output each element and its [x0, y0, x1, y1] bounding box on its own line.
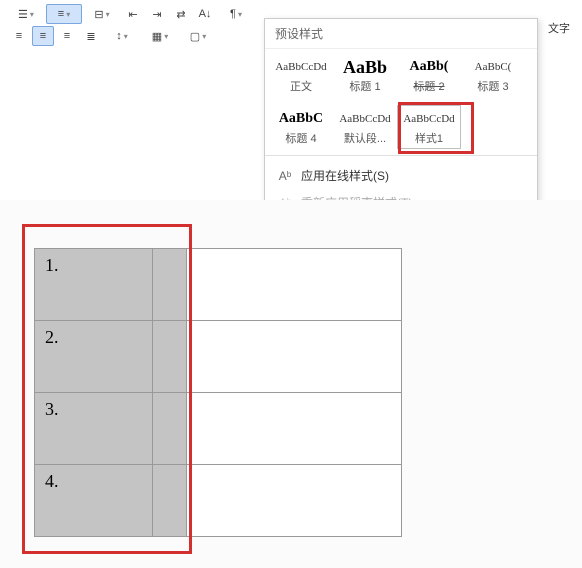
border-icon: ▢: [190, 30, 200, 43]
indent-dec-icon: ⇤: [128, 8, 137, 21]
style-preview: AaBbCcDd: [403, 108, 454, 130]
style-name: 标题 3: [477, 78, 508, 94]
sort-button[interactable]: A↓: [194, 4, 216, 24]
table-cell[interactable]: [187, 465, 402, 537]
styles-header: 预设样式: [265, 19, 537, 49]
table-cell[interactable]: [153, 249, 187, 321]
style-name: 样式1: [415, 130, 443, 146]
style-preview: AaBbC: [279, 108, 323, 130]
table-row[interactable]: [187, 249, 402, 321]
table-row[interactable]: [187, 321, 402, 393]
align-right-button[interactable]: ≡: [56, 26, 78, 46]
shading-button[interactable]: ▦▾: [142, 26, 178, 46]
style-item-heading3[interactable]: AaBbC( 标题 3: [461, 53, 525, 97]
style-preview: AaBbCcDd: [275, 56, 326, 78]
table-row[interactable]: [187, 393, 402, 465]
list-multilevel-button[interactable]: ⊟▾: [84, 4, 120, 24]
style-preview: AaBbCcDd: [339, 108, 390, 130]
style-item-default[interactable]: AaBbCcDd 默认段...: [333, 105, 397, 149]
table-row[interactable]: 1.: [35, 249, 187, 321]
align-justify-button[interactable]: ≣: [80, 26, 102, 46]
table-cell[interactable]: [153, 465, 187, 537]
shading-icon: ▦: [152, 30, 162, 43]
indent-inc-icon: ⇥: [152, 8, 161, 21]
indent-decrease-button[interactable]: ⇤: [122, 4, 144, 24]
toolbar-row: ☰▾ ≡▾ ⊟▾ ⇤ ⇥ ⇄ A↓ ¶▾ ≡ ≡ ≡ ≣ ↕▾ ▦▾ ▢▾: [8, 4, 268, 46]
document-table-selected[interactable]: 1. 2. 3. 4.: [34, 248, 187, 537]
table-cell[interactable]: [187, 321, 402, 393]
table-cell[interactable]: [187, 249, 402, 321]
para-icon: ¶: [230, 8, 236, 20]
line-spacing-icon: ↕: [116, 30, 122, 42]
line-spacing-button[interactable]: ↕▾: [104, 26, 140, 46]
table-cell[interactable]: 3.: [35, 393, 153, 465]
table-cell[interactable]: [153, 321, 187, 393]
list-bullet-icon: ☰: [18, 8, 28, 21]
list-number-button[interactable]: ≡▾: [46, 4, 82, 24]
list-number-icon: ≡: [58, 8, 64, 20]
menu-label: 应用在线样式(S): [301, 167, 389, 184]
list-multi-icon: ⊟: [94, 8, 103, 21]
style-preview: AaBb(: [410, 56, 449, 78]
style-item-heading4[interactable]: AaBbC 标题 4: [269, 105, 333, 149]
align-left-icon: ≡: [16, 30, 22, 42]
separator: [265, 155, 537, 156]
table-cell[interactable]: 1.: [35, 249, 153, 321]
style-item-body[interactable]: AaBbCcDd 正文: [269, 53, 333, 97]
sort-icon: A↓: [199, 8, 212, 20]
document-table-rest[interactable]: [186, 248, 402, 537]
table-row[interactable]: [187, 465, 402, 537]
style-item-heading2[interactable]: AaBb( 标题 2: [397, 53, 461, 97]
align-justify-icon: ≣: [86, 30, 95, 43]
style-name: 标题 1: [349, 78, 380, 94]
table-row[interactable]: 3.: [35, 393, 187, 465]
align-left-button[interactable]: ≡: [8, 26, 30, 46]
indent-increase-button[interactable]: ⇥: [146, 4, 168, 24]
style-name: 标题 2: [413, 78, 444, 94]
style-name: 正文: [290, 78, 312, 94]
style-preview: AaBbC(: [475, 56, 512, 78]
tabs-icon: ⇄: [176, 8, 185, 21]
table-row[interactable]: 2.: [35, 321, 187, 393]
styles-grid-row1: AaBbCcDd 正文 AaBb 标题 1 AaBb( 标题 2 AaBbC( …: [265, 49, 537, 101]
style-name: 默认段...: [344, 130, 386, 146]
table-row[interactable]: 4.: [35, 465, 187, 537]
table-cell[interactable]: 2.: [35, 321, 153, 393]
right-panel-label: 文字: [548, 20, 570, 36]
document-canvas: 1. 2. 3. 4.: [0, 200, 582, 568]
style-preview: AaBb: [343, 56, 387, 78]
paragraph-mark-button[interactable]: ¶▾: [218, 4, 254, 24]
table-cell[interactable]: 4.: [35, 465, 153, 537]
align-right-icon: ≡: [64, 30, 70, 42]
table-cell[interactable]: [187, 393, 402, 465]
table-cell[interactable]: [153, 393, 187, 465]
style-item-style1[interactable]: AaBbCcDd 样式1: [397, 105, 461, 149]
align-center-icon: ≡: [40, 30, 46, 42]
style-item-heading1[interactable]: AaBb 标题 1: [333, 53, 397, 97]
border-button[interactable]: ▢▾: [180, 26, 216, 46]
online-icon: Aᵇ: [277, 168, 293, 184]
tabs-button[interactable]: ⇄: [170, 4, 192, 24]
list-bullet-button[interactable]: ☰▾: [8, 4, 44, 24]
styles-grid-row2: AaBbC 标题 4 AaBbCcDd 默认段... AaBbCcDd 样式1: [265, 101, 537, 153]
menu-apply-online[interactable]: Aᵇ 应用在线样式(S): [265, 162, 537, 189]
style-name: 标题 4: [285, 130, 316, 146]
align-center-button[interactable]: ≡: [32, 26, 54, 46]
